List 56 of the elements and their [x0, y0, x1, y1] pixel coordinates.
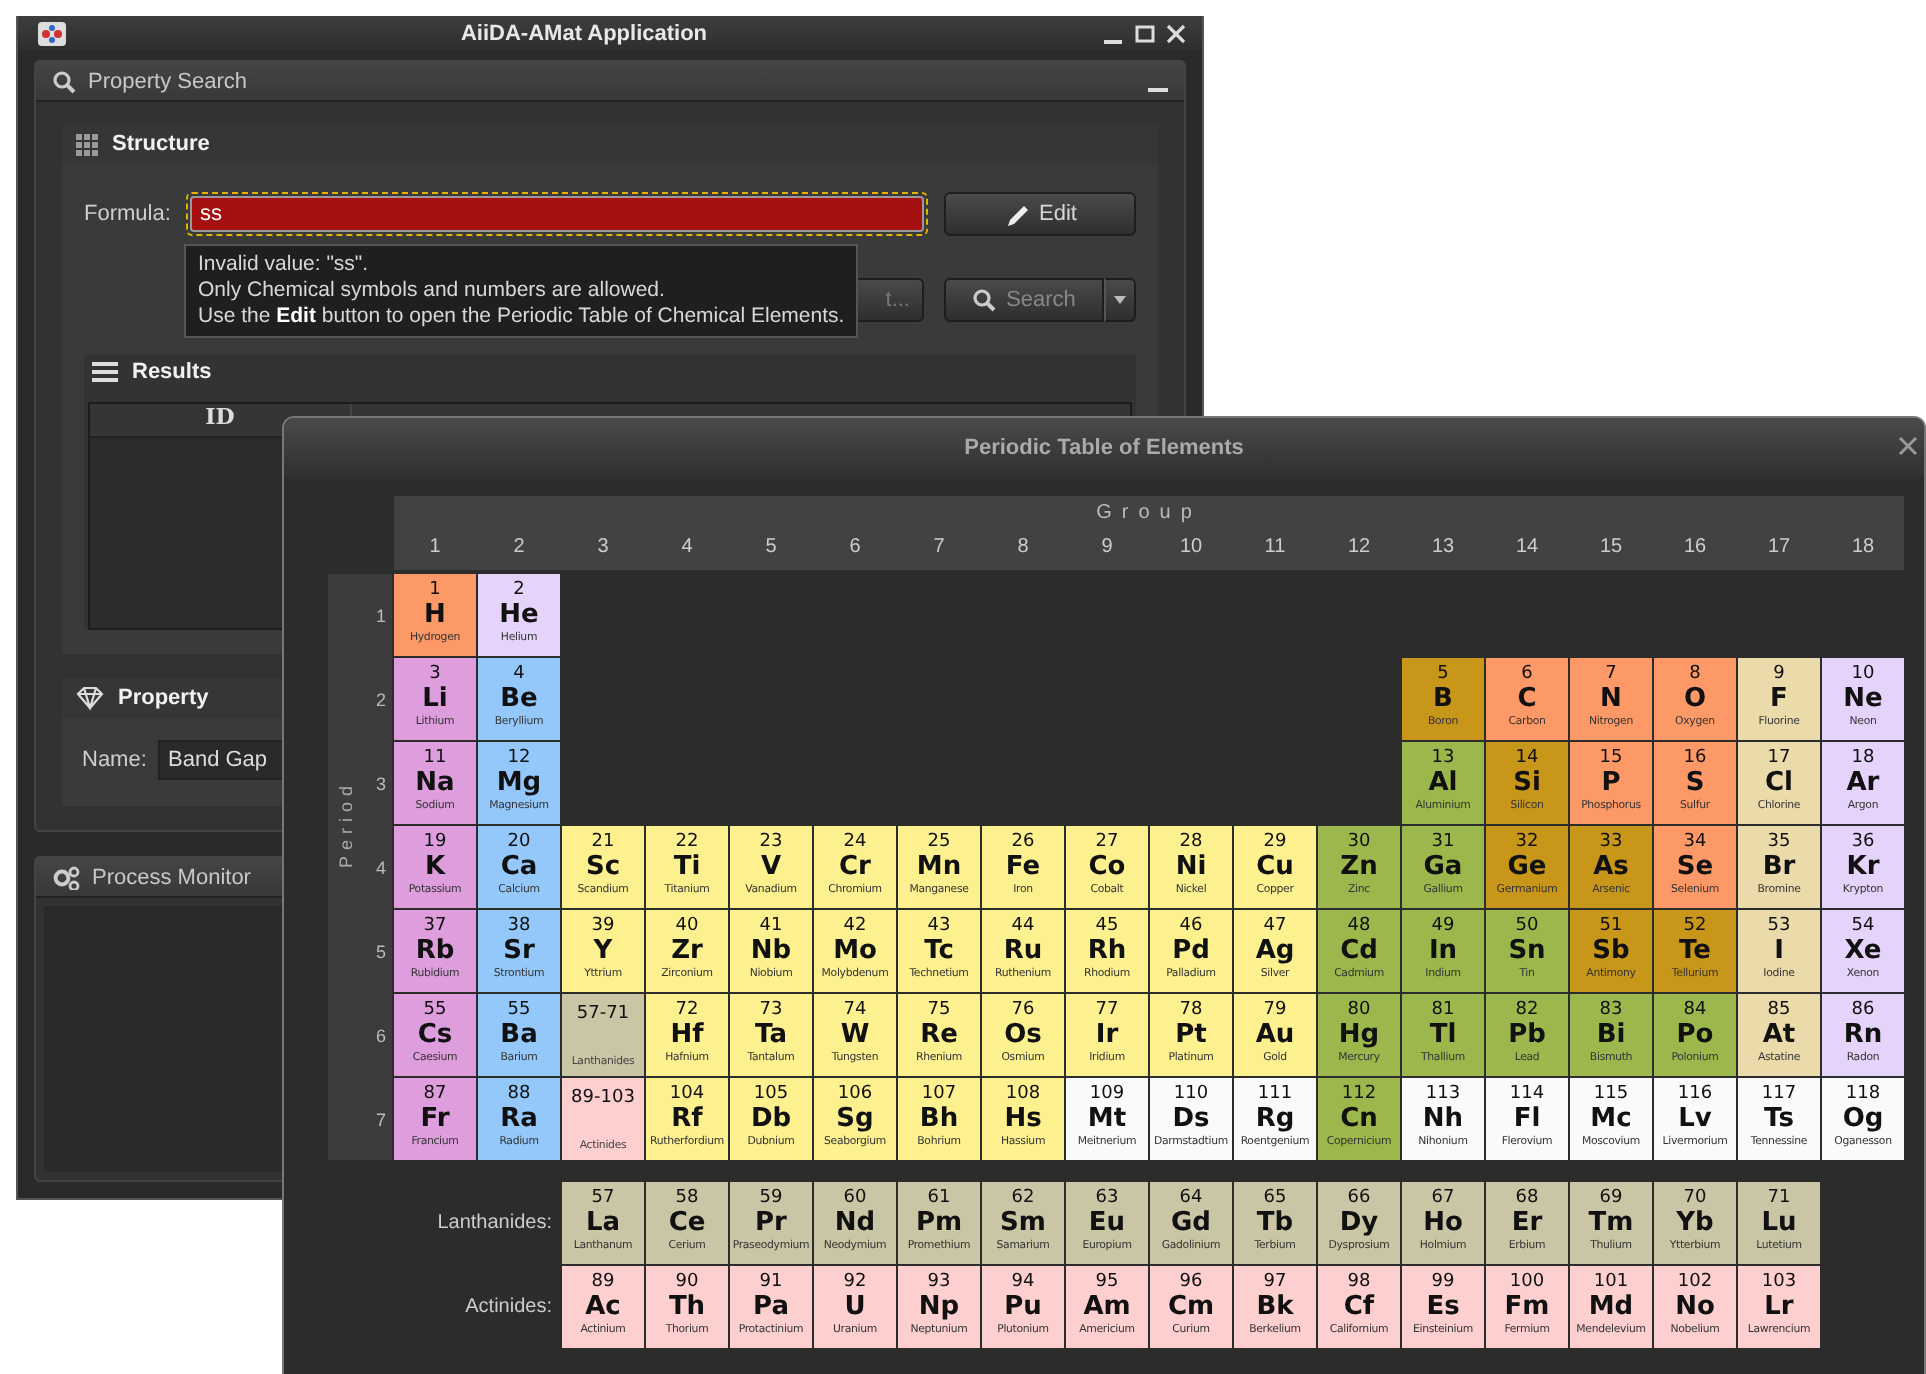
panel-title: Property Search	[88, 69, 247, 93]
group-number: 5	[763, 536, 779, 558]
pencil-icon	[1003, 201, 1030, 227]
group-number: 11	[1262, 536, 1288, 558]
group-number: 2	[511, 536, 527, 558]
grid-icon	[76, 133, 98, 155]
panel-title: Process Monitor	[92, 865, 251, 889]
maximize-icon[interactable]	[1134, 23, 1156, 43]
group-number: 6	[847, 536, 863, 558]
period-number: 6	[375, 1025, 386, 1045]
window-title: Periodic Table of Elements	[964, 436, 1244, 460]
field-label: Formula:	[84, 202, 173, 226]
section-title: Results	[132, 360, 212, 384]
group-number: 16	[1681, 536, 1709, 558]
edit-button[interactable]: Edit	[944, 192, 1136, 236]
caret-icon	[1114, 296, 1126, 304]
group-number: 7	[931, 536, 947, 558]
tooltip-text: Invalid value: "ss".	[198, 252, 369, 278]
tooltip-text: Use the Edit button to open the Periodic Table of Chemical Elements.	[198, 304, 845, 330]
field-label: Name:	[82, 748, 149, 772]
window-title: AiiDA-AMat Application	[458, 21, 710, 45]
gem-icon	[76, 686, 104, 710]
gears-icon	[52, 865, 80, 889]
period-number: 2	[375, 689, 386, 709]
search-icon	[972, 288, 997, 312]
group-number: 15	[1597, 536, 1625, 558]
group-number: 18	[1849, 536, 1877, 558]
dropdown-button[interactable]	[1104, 278, 1136, 322]
group-number: 10	[1177, 536, 1205, 558]
section-title: Property	[118, 686, 209, 710]
period-number: 5	[375, 941, 386, 961]
app-logo-icon	[38, 21, 66, 45]
panel-header[interactable]: Property Search	[36, 62, 1184, 102]
close-icon[interactable]	[1898, 436, 1918, 456]
group-number: 13	[1429, 536, 1457, 558]
group-number: 14	[1513, 536, 1541, 558]
period-number: 1	[375, 605, 386, 625]
formula-field[interactable]: ss	[186, 192, 928, 236]
axis-title: Period	[336, 780, 356, 869]
group-number: 12	[1345, 536, 1373, 558]
period-number: 7	[375, 1109, 386, 1129]
group-number: 1	[427, 536, 443, 558]
period-number: 4	[375, 857, 386, 877]
group-number: 3	[595, 536, 611, 558]
row-label: Lanthanides:	[437, 1212, 552, 1234]
group-number: 8	[1015, 536, 1031, 558]
list-icon	[92, 360, 118, 384]
search-icon	[52, 69, 76, 93]
group-number: 4	[679, 536, 695, 558]
period-number: 3	[375, 773, 386, 793]
axis-title: Group	[1096, 502, 1202, 524]
group-number: 17	[1765, 536, 1793, 558]
tooltip-text: Only Chemical symbols and numbers are allowed.	[198, 278, 665, 304]
group-number: 9	[1099, 536, 1115, 558]
section-title: Structure	[112, 132, 210, 156]
row-label: Actinides:	[465, 1296, 552, 1318]
